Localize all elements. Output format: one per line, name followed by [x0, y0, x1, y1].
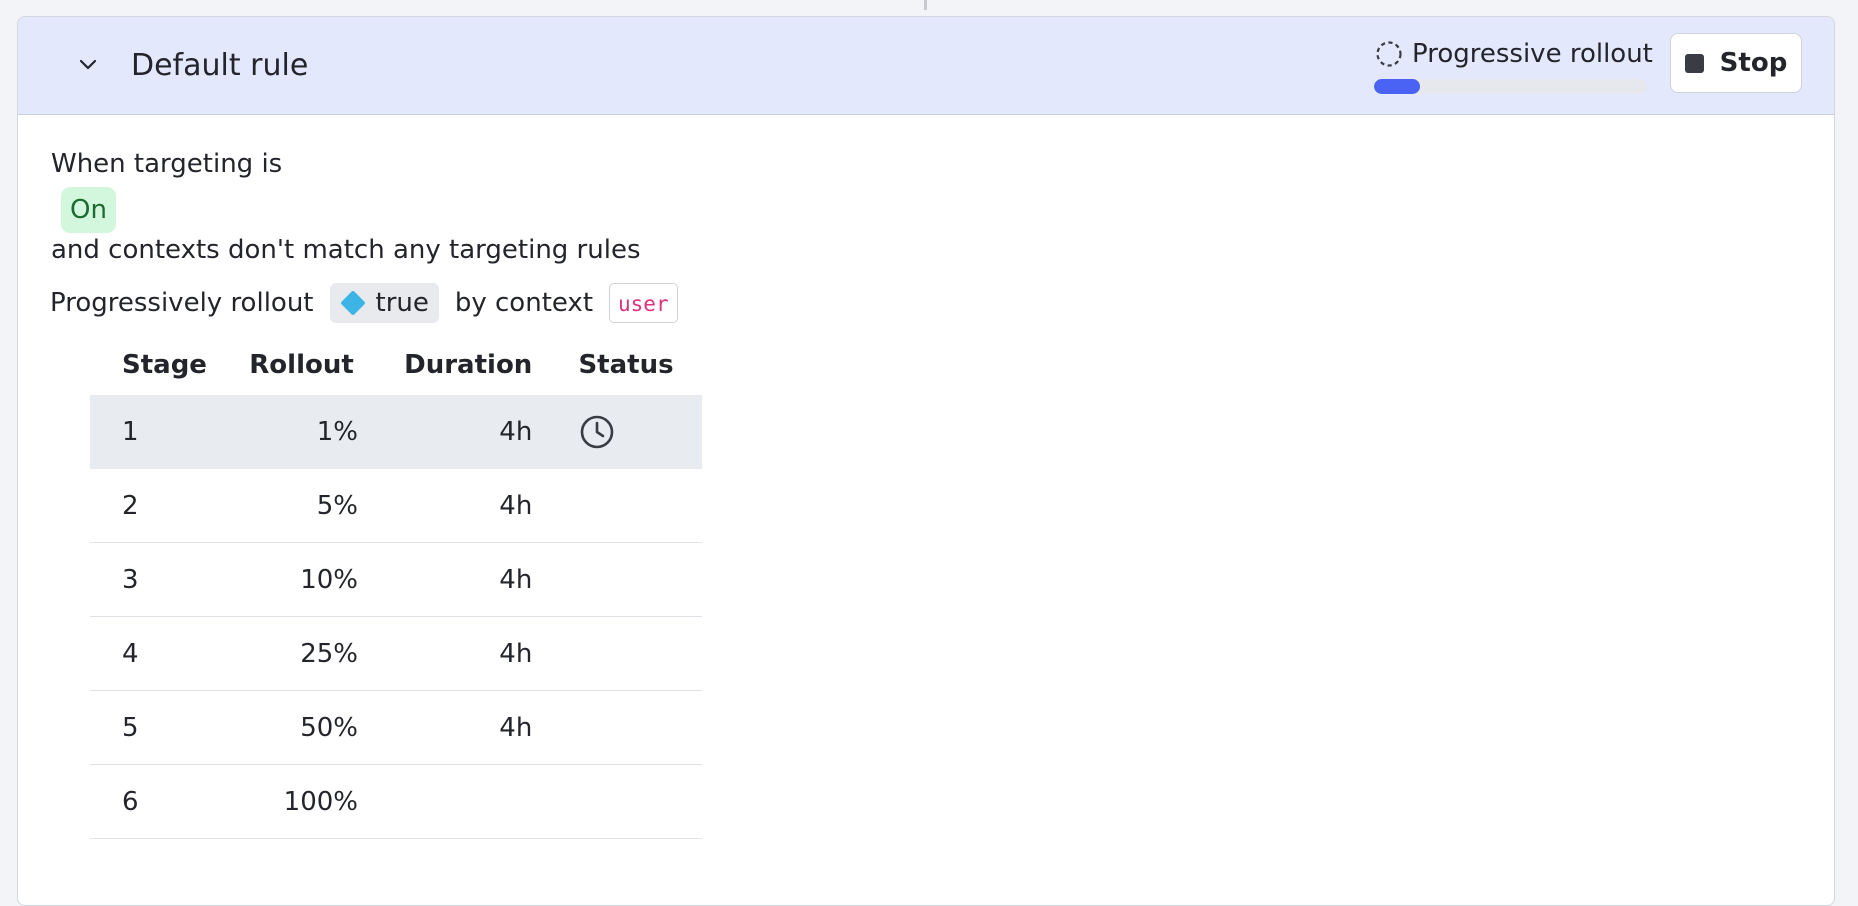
rollout-cell: 1%: [249, 395, 358, 469]
rule-header: Default rule Progressive rollout Stop: [18, 17, 1834, 115]
table-row: 425% 4h: [90, 617, 702, 691]
stage-cell: 6: [90, 765, 249, 839]
stage-cell: 3: [90, 543, 249, 617]
stage-cell: 4: [90, 617, 249, 691]
column-spacer: [532, 765, 578, 839]
status-cell: [578, 395, 702, 469]
rollout-cell: 25%: [249, 617, 358, 691]
table-row: 310% 4h: [90, 543, 702, 617]
rollout-description: Progressively rollout true by context us…: [50, 281, 678, 325]
column-spacer: [358, 691, 404, 765]
duration-cell: 4h: [404, 469, 532, 543]
column-spacer: [532, 395, 578, 469]
status-cell: [578, 765, 702, 839]
table-header-row: Stage Rollout Duration Status: [90, 335, 702, 395]
rollout-cell: 50%: [249, 691, 358, 765]
clock-icon: [578, 413, 616, 451]
column-spacer: [358, 617, 404, 691]
table-row: 11% 4h: [90, 395, 702, 469]
stage-cell: 5: [90, 691, 249, 765]
column-header-duration: Duration: [404, 335, 532, 395]
context-kind-chip: user: [609, 283, 678, 323]
column-spacer: [358, 395, 404, 469]
duration-cell: [404, 765, 532, 839]
rollout-cell: 5%: [249, 469, 358, 543]
rollout-cell: 10%: [249, 543, 358, 617]
column-spacer: [358, 335, 404, 395]
stage-cell: 2: [90, 469, 249, 543]
rollout-prefix-text: Progressively rollout: [50, 288, 314, 318]
column-header-rollout: Rollout: [249, 335, 358, 395]
targeting-state-badge: On: [61, 187, 116, 233]
column-spacer: [532, 335, 578, 395]
rule-title: Default rule: [131, 46, 308, 86]
column-spacer: [532, 617, 578, 691]
table-row: 6100%: [90, 765, 702, 839]
top-divider: [924, 0, 927, 10]
column-spacer: [358, 469, 404, 543]
rollout-cell: 100%: [249, 765, 358, 839]
rollout-status-label: Progressive rollout: [1412, 39, 1653, 69]
column-spacer: [358, 543, 404, 617]
status-cell: [578, 469, 702, 543]
stage-cell: 1: [90, 395, 249, 469]
table-row: 550% 4h: [90, 691, 702, 765]
rollout-progress-bar: [1374, 79, 1647, 94]
by-context-text: by context: [455, 288, 593, 318]
status-cell: [578, 543, 702, 617]
when-targeting-text: When targeting is: [51, 149, 282, 179]
status-cell: [578, 691, 702, 765]
duration-cell: 4h: [404, 395, 532, 469]
rollout-progress-fill: [1374, 79, 1420, 94]
duration-cell: 4h: [404, 691, 532, 765]
table-row: 25% 4h: [90, 469, 702, 543]
column-spacer: [532, 469, 578, 543]
column-header-status: Status: [578, 335, 702, 395]
column-header-stage: Stage: [90, 335, 249, 395]
variation-diamond-icon: [340, 290, 365, 315]
status-cell: [578, 617, 702, 691]
column-spacer: [358, 765, 404, 839]
variation-label: true: [376, 288, 429, 318]
stop-button[interactable]: Stop: [1670, 33, 1802, 93]
progress-spinner-icon: [1374, 39, 1404, 69]
duration-cell: 4h: [404, 617, 532, 691]
variation-chip: true: [330, 283, 439, 323]
rollout-status: Progressive rollout: [1374, 37, 1664, 94]
stop-label: Stop: [1720, 48, 1788, 78]
stop-icon: [1685, 54, 1704, 73]
column-spacer: [532, 543, 578, 617]
fallthrough-text: and contexts don't match any targeting r…: [51, 235, 641, 265]
collapse-toggle-button[interactable]: [70, 47, 106, 83]
column-spacer: [532, 691, 578, 765]
default-rule-card: Default rule Progressive rollout Stop Wh…: [17, 16, 1835, 906]
duration-cell: 4h: [404, 543, 532, 617]
chevron-down-icon: [76, 53, 100, 77]
rollout-stages-table: Stage Rollout Duration Status 11% 4h 25% 4h…: [90, 335, 702, 839]
